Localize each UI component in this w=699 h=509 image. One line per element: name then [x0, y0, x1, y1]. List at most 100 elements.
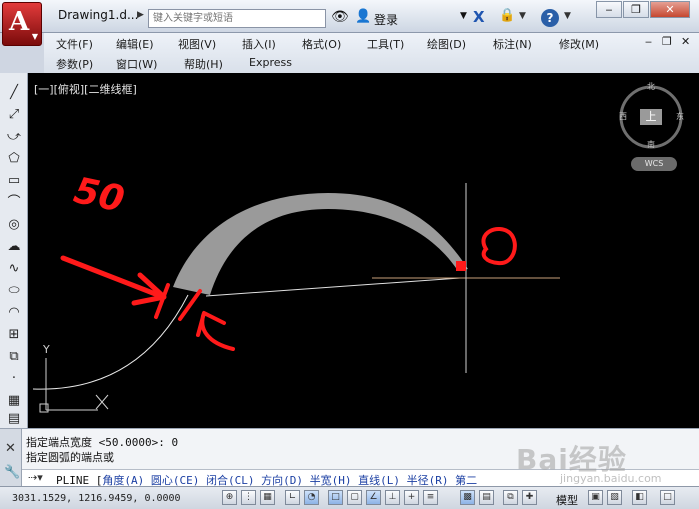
- quick-view-layouts-icon[interactable]: ▣: [588, 490, 603, 505]
- ellipse-tool-icon[interactable]: ⬭: [3, 281, 25, 300]
- doc-restore-button[interactable]: ❐: [662, 35, 672, 48]
- polar-tracking-icon[interactable]: ◔: [304, 490, 319, 505]
- clean-screen-icon[interactable]: □: [660, 490, 675, 505]
- chevron-down-icon[interactable]: ▼: [460, 11, 467, 21]
- autocad-logo-icon: A: [9, 7, 30, 37]
- exchange-apps-icon[interactable]: X: [473, 8, 485, 26]
- thin-arc-shape: [32, 294, 189, 390]
- title-bar: A ▼ Drawing1.d... ▶ 👁 👤 登录 ▼ X 🔒 ▼ ? ▼ ‒…: [0, 0, 699, 46]
- close-button[interactable]: ✕: [650, 1, 690, 18]
- model-tab[interactable]: 模型: [556, 492, 578, 508]
- rubber-band-line: [205, 277, 461, 297]
- menu-format[interactable]: 格式(O): [302, 36, 341, 52]
- doc-minimize-button[interactable]: ‒: [645, 35, 652, 48]
- menu-draw[interactable]: 绘图(D): [427, 36, 466, 52]
- wcs-menu[interactable]: WCS: [631, 157, 677, 171]
- quick-properties-icon[interactable]: ▤: [479, 490, 494, 505]
- document-title: Drawing1.d...: [58, 8, 139, 22]
- object-snap-tracking-icon[interactable]: ∠: [366, 490, 381, 505]
- chevron-down-icon[interactable]: ▼: [564, 11, 571, 21]
- spline-tool-icon[interactable]: ∿: [3, 259, 25, 278]
- coordinate-readout[interactable]: 3031.1529, 1216.9459, 0.0000: [12, 493, 181, 504]
- wrench-icon[interactable]: 🔧: [4, 465, 20, 480]
- quick-view-drawings-icon[interactable]: ▧: [607, 490, 622, 505]
- menu-tools[interactable]: 工具(T): [367, 36, 404, 52]
- compass-west[interactable]: 西: [619, 111, 627, 122]
- compass-east[interactable]: 东: [676, 111, 684, 122]
- annotation-monitor-icon[interactable]: ✚: [522, 490, 537, 505]
- lineweight-icon[interactable]: ≡: [423, 490, 438, 505]
- help-icon[interactable]: ?: [541, 9, 559, 27]
- ortho-mode-icon[interactable]: ∟: [285, 490, 300, 505]
- draw-toolbar: ╱ ⤢ ⤻ ⬠ ▭ ⌒ ◎ ☁ ∿ ⬭ ◠ ⊞ ⧉ · ▦ ▤: [0, 73, 28, 428]
- search-input[interactable]: [148, 9, 326, 28]
- application-menu-button[interactable]: A ▼: [2, 2, 42, 46]
- ucs-x-label: [95, 394, 109, 410]
- menu-modify[interactable]: 修改(M): [559, 36, 599, 52]
- line-tool-icon[interactable]: ╱: [3, 83, 25, 102]
- lock-icon[interactable]: 🔒: [499, 8, 515, 23]
- restore-button[interactable]: ❐: [623, 1, 649, 18]
- command-prompt-icon: ⇢▾: [28, 471, 43, 484]
- ellipse-arc-icon[interactable]: ◠: [3, 303, 25, 322]
- transparency-icon[interactable]: ▩: [460, 490, 475, 505]
- menu-window[interactable]: 窗口(W): [116, 56, 157, 72]
- chevron-down-icon[interactable]: ▼: [519, 11, 526, 21]
- menu-insert[interactable]: 插入(I): [242, 36, 276, 52]
- viewport-label[interactable]: [一][俯视][二维线框]: [34, 81, 137, 97]
- hatch-tool-icon[interactable]: ▦: [3, 391, 25, 410]
- ucs-origin-box: [39, 403, 49, 413]
- construction-line-icon[interactable]: ⤢: [3, 105, 25, 124]
- compass-south[interactable]: 南: [647, 139, 655, 150]
- arc-tool-icon[interactable]: ⌒: [3, 193, 25, 212]
- annotation-arrow-2: [196, 311, 235, 351]
- polyline-tool-icon[interactable]: ⤻: [3, 127, 25, 146]
- menu-parameters[interactable]: 参数(P): [56, 56, 93, 72]
- drawing-canvas[interactable]: [一][俯视][二维线框] 上 北 南 东 西 WCS Y 50 0: [28, 73, 699, 428]
- make-block-icon[interactable]: ⧉: [3, 347, 25, 366]
- command-history-line: 指定端点宽度 <50.0000>: 0: [26, 436, 179, 449]
- user-icon[interactable]: 👤: [355, 9, 371, 24]
- revision-cloud-icon[interactable]: ☁: [3, 237, 25, 256]
- insert-block-icon[interactable]: ⊞: [3, 325, 25, 344]
- binoculars-icon[interactable]: 👁: [331, 9, 349, 25]
- snap-mode-icon[interactable]: ⋮: [241, 490, 256, 505]
- close-icon[interactable]: ✕: [5, 441, 16, 456]
- dynamic-input-icon[interactable]: +: [404, 490, 419, 505]
- handwritten-0-annotation: 0: [482, 223, 501, 258]
- doc-close-button[interactable]: ✕: [681, 35, 690, 48]
- selection-cycling-icon[interactable]: ⧉: [503, 490, 518, 505]
- baidu-watermark-url: jingyan.baidu.com: [560, 472, 662, 485]
- command-window-handle[interactable]: ✕ 🔧: [0, 429, 22, 487]
- login-button[interactable]: 登录: [374, 11, 398, 28]
- object-snap-icon[interactable]: □: [328, 490, 343, 505]
- circle-tool-icon[interactable]: ◎: [3, 215, 25, 234]
- viewcube-top-face[interactable]: 上: [640, 109, 662, 125]
- rectangle-tool-icon[interactable]: ▭: [3, 171, 25, 190]
- point-tool-icon[interactable]: ·: [3, 369, 25, 388]
- drawing-geometry: [32, 85, 683, 413]
- grid-display-icon[interactable]: ▦: [260, 490, 275, 505]
- menu-dimension[interactable]: 标注(N): [493, 36, 532, 52]
- infer-constraints-icon[interactable]: ⊕: [222, 490, 237, 505]
- endpoint-marker: [456, 261, 466, 271]
- menu-bar: 文件(F) 编辑(E) 视图(V) 插入(I) 格式(O) 工具(T) 绘图(D…: [44, 33, 699, 73]
- status-bar: 3031.1529, 1216.9459, 0.0000 ⊕ ⋮ ▦ ∟ ◔ □…: [0, 486, 699, 509]
- polyline-arc-shape: [173, 193, 468, 295]
- ucs-y-label: Y: [43, 343, 50, 356]
- compass-north[interactable]: 北: [647, 81, 655, 92]
- dynamic-ucs-icon[interactable]: ⊥: [385, 490, 400, 505]
- menu-file[interactable]: 文件(F): [56, 36, 93, 52]
- menu-edit[interactable]: 编辑(E): [116, 36, 154, 52]
- minimize-button[interactable]: ‒: [596, 1, 622, 18]
- menu-express[interactable]: Express: [249, 56, 292, 69]
- polygon-tool-icon[interactable]: ⬠: [3, 149, 25, 168]
- menu-view[interactable]: 视图(V): [178, 36, 216, 52]
- chevron-down-icon: ▼: [31, 32, 38, 41]
- menu-help[interactable]: 帮助(H): [184, 56, 223, 72]
- command-history-line: 指定圆弧的端点或: [26, 451, 114, 464]
- annotation-scale-icon[interactable]: ◧: [632, 490, 647, 505]
- 3d-object-snap-icon[interactable]: ▢: [347, 490, 362, 505]
- play-arrow-icon[interactable]: ▶: [137, 10, 147, 22]
- gradient-tool-icon[interactable]: ▤: [3, 409, 25, 428]
